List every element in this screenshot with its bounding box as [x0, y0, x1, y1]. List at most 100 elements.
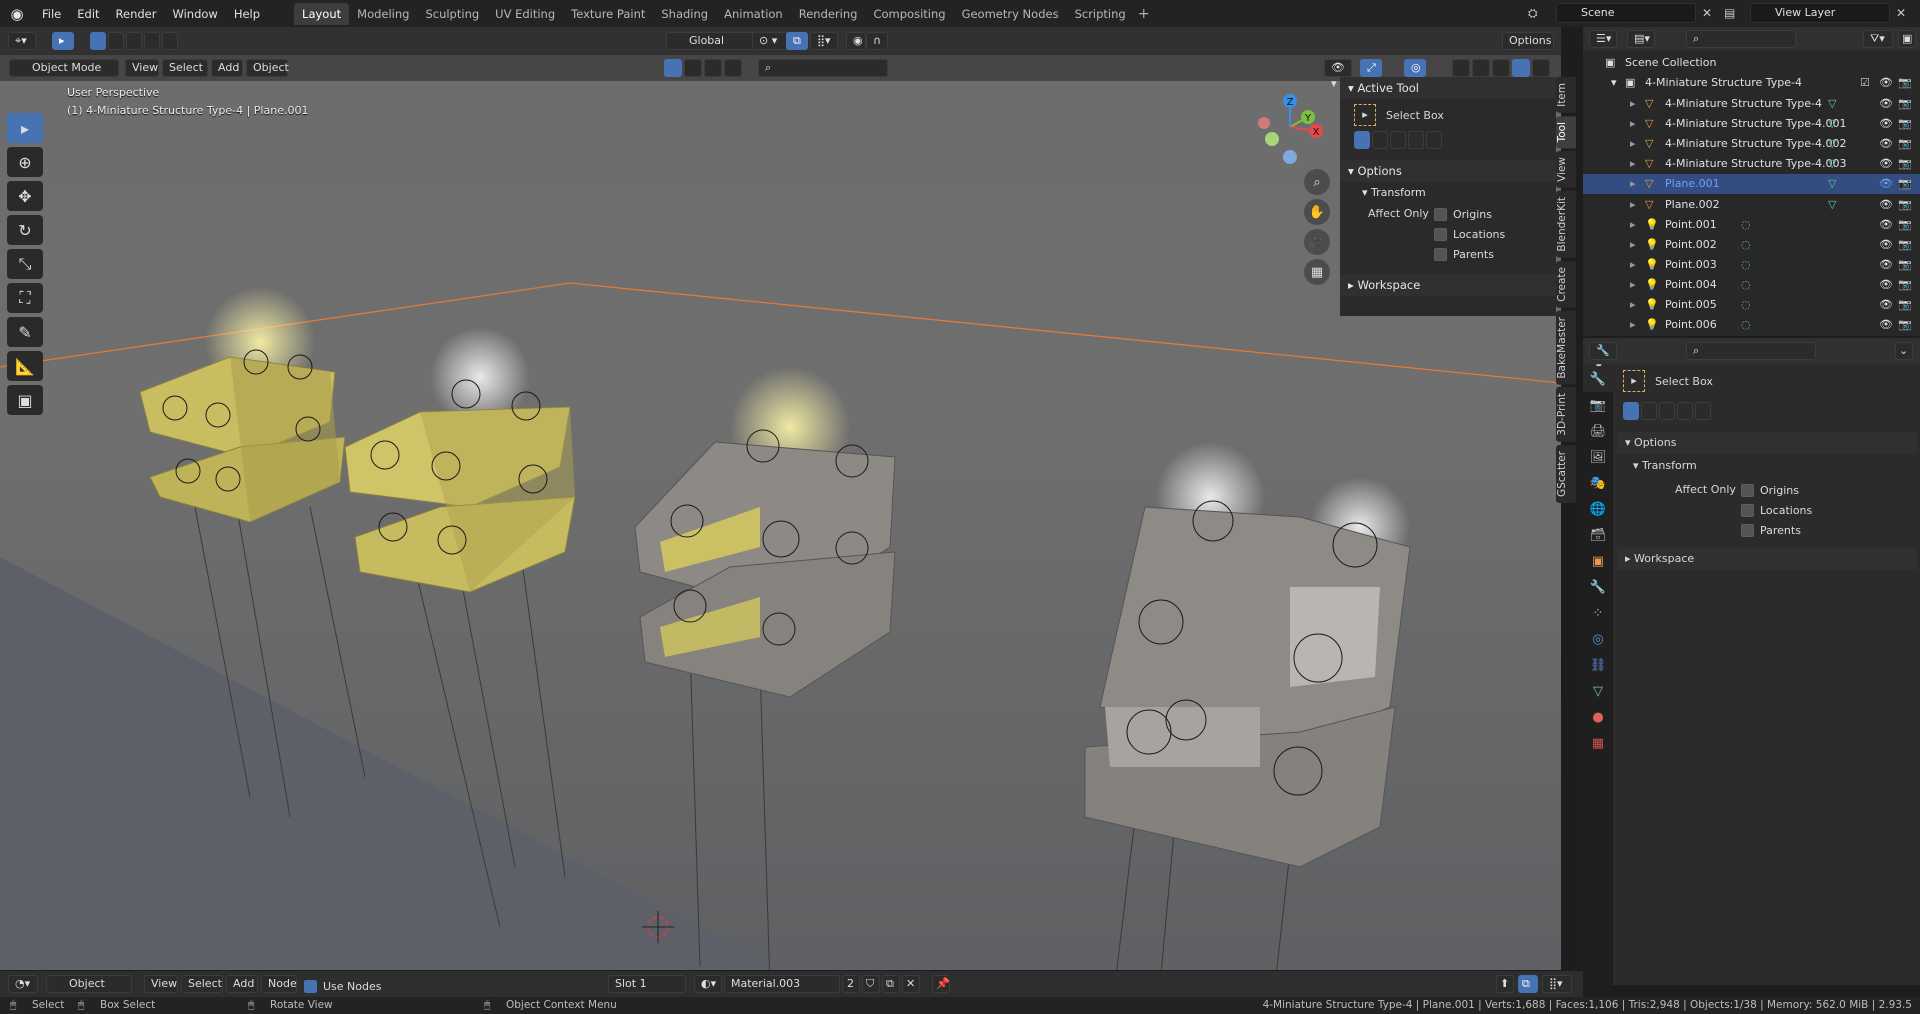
- select-invert-mode-icon[interactable]: [144, 32, 160, 50]
- origins-checkbox[interactable]: Origins: [1434, 204, 1492, 224]
- rendered-shading-icon[interactable]: [1532, 59, 1550, 77]
- tab-scripting[interactable]: Scripting: [1067, 3, 1134, 25]
- eye-icon[interactable]: 👁: [1879, 215, 1893, 235]
- scene-properties-icon[interactable]: 🎭: [1583, 470, 1613, 496]
- material-name-field[interactable]: Material.003: [724, 975, 840, 993]
- display-mode-icon[interactable]: ▤▾: [1627, 30, 1655, 48]
- expand-arrow-icon[interactable]: ▸: [1630, 215, 1636, 235]
- blender-logo-icon[interactable]: ◉: [0, 0, 34, 27]
- select-subtract-mode-icon[interactable]: [126, 32, 142, 50]
- expand-arrow-icon[interactable]: ▸: [1630, 195, 1636, 215]
- mode-subtract-icon[interactable]: [1659, 402, 1675, 420]
- collection-properties-icon[interactable]: 🗃: [1583, 522, 1613, 548]
- parent-node-tree-icon[interactable]: ⬆: [1496, 975, 1514, 993]
- tab-create[interactable]: Create: [1556, 260, 1576, 308]
- 3d-viewport[interactable]: ⌖▾ ▸ Global ⊙ ▾ ⧉ ⣿▾ ◉ ∩ Options Object …: [0, 27, 1561, 985]
- transform-orientation-dropdown[interactable]: Global: [666, 32, 762, 50]
- camera-icon[interactable]: 📷: [1898, 275, 1912, 295]
- shader-editor-type-icon[interactable]: ◔▾: [8, 975, 38, 993]
- viewport-search-input[interactable]: ⌕: [758, 59, 888, 77]
- locations-checkbox[interactable]: Locations: [1434, 224, 1505, 244]
- camera-icon[interactable]: 📷: [1898, 195, 1912, 215]
- scene-icon[interactable]: ⛭: [1528, 3, 1538, 23]
- props-locations-checkbox[interactable]: Locations: [1741, 500, 1812, 520]
- options-dropdown[interactable]: Options: [1502, 32, 1554, 50]
- camera-icon[interactable]: 📷: [1898, 154, 1912, 174]
- close-icon[interactable]: ✕: [1702, 3, 1712, 23]
- props-origins-checkbox[interactable]: Origins: [1741, 480, 1799, 500]
- shader-menu-node[interactable]: Node: [261, 975, 297, 993]
- properties-editor-type-icon[interactable]: 🔧▾: [1589, 342, 1617, 373]
- chevron-down-icon[interactable]: ⌄: [1895, 342, 1913, 360]
- mode-new-icon[interactable]: [1354, 131, 1370, 149]
- camera-icon[interactable]: 📷: [1898, 215, 1912, 235]
- menu-add[interactable]: Add: [211, 59, 243, 77]
- include-checkbox-icon[interactable]: ☑: [1860, 73, 1870, 93]
- eye-icon[interactable]: 👁: [1879, 134, 1893, 154]
- use-nodes-checkbox[interactable]: Use Nodes: [304, 976, 382, 996]
- eye-icon[interactable]: 👁: [1879, 295, 1893, 315]
- mode-subtract-icon[interactable]: [1390, 131, 1406, 149]
- tab-compositing[interactable]: Compositing: [865, 3, 953, 25]
- material-properties-icon[interactable]: ●: [1583, 704, 1613, 730]
- eye-icon[interactable]: 👁: [1879, 275, 1893, 295]
- camera-icon[interactable]: 📷: [1898, 134, 1912, 154]
- mode-dropdown[interactable]: Object Mode: [9, 59, 119, 77]
- gizmo-toggle-icon[interactable]: ⤢: [1360, 59, 1382, 77]
- menu-edit[interactable]: Edit: [69, 3, 107, 25]
- outliner-item[interactable]: ▸ 💡 Point.004 ◌ 👁 📷: [1583, 275, 1920, 295]
- outliner-item[interactable]: ▸ ▽ 4-Miniature Structure Type-4.001 ▽ 👁 📷: [1583, 114, 1920, 134]
- menu-object[interactable]: Object: [246, 59, 289, 77]
- filter-type-icon[interactable]: [664, 59, 682, 77]
- outliner-item[interactable]: ▸ ▽ 4-Miniature Structure Type-4 ▽ 👁 📷: [1583, 94, 1920, 114]
- close-icon[interactable]: ✕: [1896, 3, 1906, 23]
- add-cube-tool-icon[interactable]: ▣: [7, 385, 43, 415]
- snap-target-dropdown[interactable]: ⣿▾: [810, 32, 838, 50]
- transform-subheader[interactable]: ▾ Transform: [1340, 182, 1556, 204]
- outliner-search-input[interactable]: ⌕: [1686, 30, 1796, 48]
- tab-tool[interactable]: Tool: [1556, 115, 1576, 149]
- workspace-header[interactable]: ▸ Workspace: [1340, 274, 1556, 296]
- render-properties-icon[interactable]: 📷: [1583, 392, 1613, 418]
- menu-help[interactable]: Help: [226, 3, 268, 25]
- parents-checkbox[interactable]: Parents: [1434, 244, 1494, 264]
- menu-view[interactable]: View: [125, 59, 159, 77]
- new-collection-icon[interactable]: ▣: [1898, 30, 1916, 48]
- mode-invert-icon[interactable]: [1408, 131, 1424, 149]
- camera-icon[interactable]: 📷: [1898, 114, 1912, 134]
- filter-icon[interactable]: ⛛▾: [1863, 30, 1893, 48]
- duplicate-material-icon[interactable]: ⧉: [882, 975, 900, 993]
- tab-gscatter[interactable]: GScatter: [1556, 445, 1576, 504]
- annotate-tool-icon[interactable]: ✎: [7, 317, 43, 347]
- outliner-item[interactable]: ▸ 💡 Point.002 ◌ 👁 📷: [1583, 235, 1920, 255]
- tab-bakemaster[interactable]: BakeMaster: [1556, 310, 1576, 385]
- tab-layout[interactable]: Layout: [294, 2, 350, 25]
- props-transform-subheader[interactable]: ▾ Transform: [1633, 456, 1697, 476]
- shader-menu-add[interactable]: Add: [226, 975, 258, 993]
- camera-view-icon[interactable]: 🎥: [1304, 229, 1330, 255]
- measure-tool-icon[interactable]: 📐: [7, 351, 43, 381]
- expand-arrow-icon[interactable]: ▸: [1630, 94, 1636, 114]
- proportional-editing-icon[interactable]: ◉: [846, 32, 866, 50]
- data-properties-icon[interactable]: ▽: [1583, 678, 1613, 704]
- expand-arrow-icon[interactable]: ▸: [1630, 315, 1636, 335]
- tab-uv-editing[interactable]: UV Editing: [487, 3, 563, 25]
- zoom-icon[interactable]: ⌕: [1304, 169, 1330, 195]
- snap-toggle-icon[interactable]: ⧉: [786, 32, 808, 50]
- active-tool-header[interactable]: ▾ Active Tool: [1340, 77, 1556, 99]
- eye-icon[interactable]: 👁: [1879, 255, 1893, 275]
- object-properties-icon[interactable]: ▣: [1583, 548, 1613, 574]
- visibility-dropdown[interactable]: 👁▾: [1324, 59, 1352, 90]
- particles-properties-icon[interactable]: ⁘: [1583, 600, 1613, 626]
- outliner-item[interactable]: ▸ 💡 Point.005 ◌ 👁 📷: [1583, 295, 1920, 315]
- rotate-tool-icon[interactable]: ↻: [7, 215, 43, 245]
- outliner-item[interactable]: ▸ ▽ 4-Miniature Structure Type-4.002 ▽ 👁 📷: [1583, 134, 1920, 154]
- navigation-gizmo[interactable]: Z Y X: [1250, 87, 1330, 167]
- expand-arrow-icon[interactable]: ▸: [1630, 114, 1636, 134]
- expand-arrow-icon[interactable]: ▸: [1630, 174, 1636, 194]
- outliner-item[interactable]: ▸ 💡 Point.006 ◌ 👁 📷: [1583, 315, 1920, 335]
- camera-icon[interactable]: 📷: [1898, 295, 1912, 315]
- filter-render-icon[interactable]: [724, 59, 742, 77]
- scene-selector[interactable]: Scene: [1556, 3, 1696, 23]
- xray-toggle-icon[interactable]: [1452, 59, 1470, 77]
